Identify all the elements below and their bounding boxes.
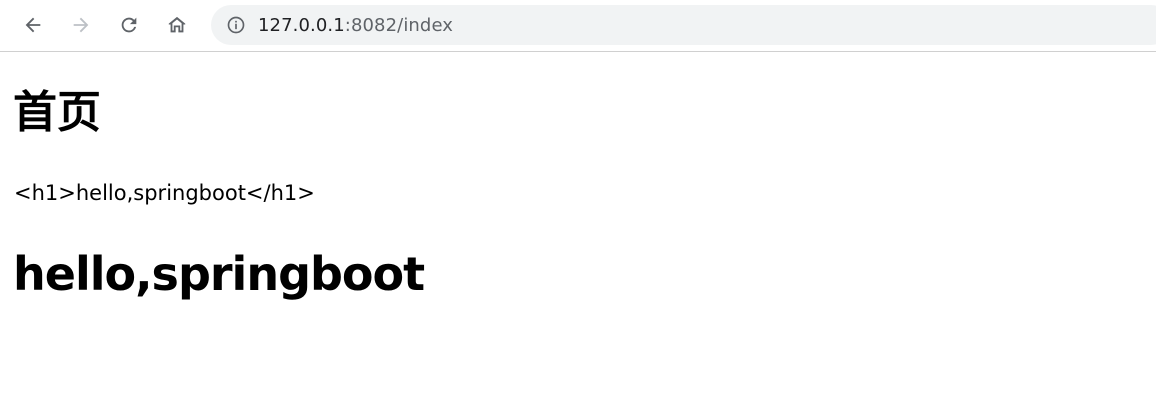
rendered-heading: hello,springboot xyxy=(13,247,425,301)
back-arrow-icon xyxy=(25,17,41,33)
address-bar[interactable]: 127.0.0.1:8082/index xyxy=(211,5,1156,45)
home-button[interactable] xyxy=(162,10,192,40)
home-icon xyxy=(168,16,186,33)
url-path: :8082/index xyxy=(344,14,454,36)
info-icon[interactable] xyxy=(226,15,246,35)
forward-button[interactable] xyxy=(66,10,96,40)
reload-button[interactable] xyxy=(114,10,144,40)
url-host: 127.0.0.1 xyxy=(258,14,345,36)
back-button[interactable] xyxy=(18,10,48,40)
reload-icon xyxy=(121,17,137,33)
escaped-html-text: <h1>hello,springboot</h1> xyxy=(14,181,315,205)
browser-toolbar: 127.0.0.1:8082/index xyxy=(0,0,1156,52)
url-text[interactable]: 127.0.0.1:8082/index xyxy=(258,15,453,36)
forward-arrow-icon xyxy=(73,17,89,33)
page-heading: 首页 xyxy=(13,87,101,138)
